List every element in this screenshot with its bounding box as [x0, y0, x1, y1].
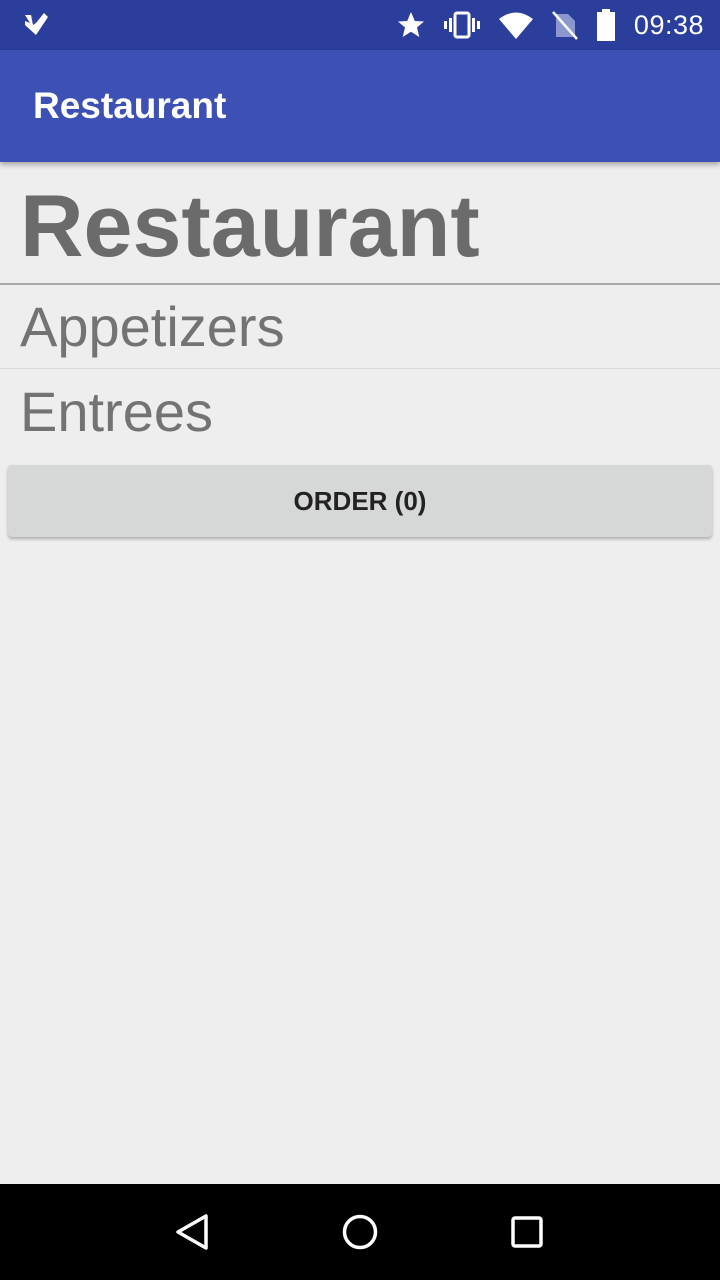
app-bar: Restaurant — [0, 50, 720, 162]
app-title: Restaurant — [33, 85, 227, 126]
status-time: 09:38 — [633, 9, 704, 40]
app-notification-icon — [22, 11, 50, 39]
menu-item-entrees[interactable]: Entrees — [0, 369, 720, 453]
recents-icon[interactable] — [497, 1202, 557, 1262]
page-title: Restaurant — [20, 175, 480, 275]
order-button[interactable]: ORDER (0) — [8, 465, 712, 537]
back-icon[interactable] — [163, 1202, 223, 1262]
status-bar: 09:38 — [0, 0, 720, 50]
main-content: Restaurant Appetizers Entrees ORDER (0) — [0, 162, 720, 1184]
star-icon — [396, 10, 426, 40]
home-icon[interactable] — [330, 1202, 390, 1262]
vibrate-icon — [443, 10, 480, 40]
navigation-bar — [0, 1184, 720, 1280]
wifi-icon — [498, 10, 534, 40]
no-sim-icon — [551, 10, 578, 40]
restaurant-heading: Restaurant — [0, 162, 720, 285]
menu-item-appetizers[interactable]: Appetizers — [0, 285, 720, 369]
battery-icon — [596, 9, 616, 41]
